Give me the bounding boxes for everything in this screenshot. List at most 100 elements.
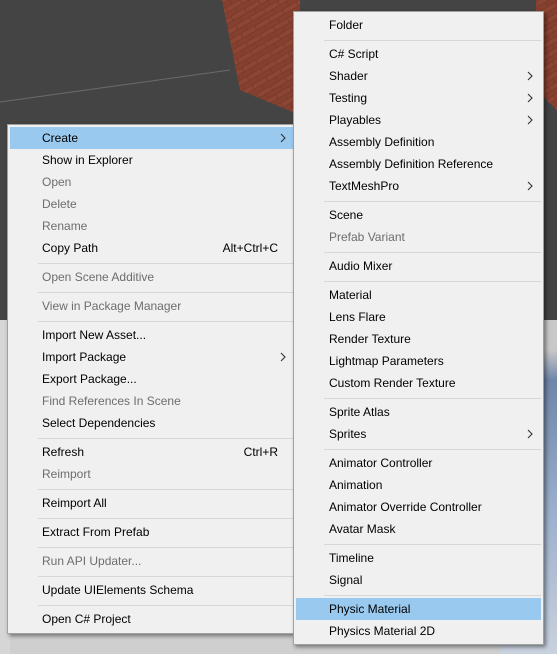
menu-item-copy-path[interactable]: Copy Path Alt+Ctrl+C bbox=[10, 237, 294, 259]
menu-item-rename[interactable]: Rename bbox=[10, 215, 294, 237]
menu-item-export-package[interactable]: Export Package... bbox=[10, 368, 294, 390]
submenu-item-sprite-atlas[interactable]: Sprite Atlas bbox=[296, 401, 541, 423]
submenu-item-testing[interactable]: Testing bbox=[296, 87, 541, 109]
menu-item-reimport[interactable]: Reimport bbox=[10, 463, 294, 485]
submenu-item-lightmap-parameters[interactable]: Lightmap Parameters bbox=[296, 350, 541, 372]
menu-item-open-csharp-project[interactable]: Open C# Project bbox=[10, 608, 294, 630]
menu-item-label: Export Package... bbox=[42, 372, 137, 386]
menu-item-label: Lightmap Parameters bbox=[329, 354, 444, 368]
menu-item-update-uielements-schema[interactable]: Update UIElements Schema bbox=[10, 579, 294, 601]
menu-item-reimport-all[interactable]: Reimport All bbox=[10, 492, 294, 514]
create-submenu: Folder C# Script Shader Testing Playable… bbox=[293, 11, 544, 645]
menu-item-label: Import Package bbox=[42, 350, 127, 364]
menu-separator bbox=[324, 398, 541, 399]
submenu-item-assembly-definition-reference[interactable]: Assembly Definition Reference bbox=[296, 153, 541, 175]
submenu-item-avatar-mask[interactable]: Avatar Mask bbox=[296, 518, 541, 540]
submenu-item-timeline[interactable]: Timeline bbox=[296, 547, 541, 569]
menu-separator bbox=[38, 489, 294, 490]
menu-item-run-api-updater[interactable]: Run API Updater... bbox=[10, 550, 294, 572]
menu-item-label: Refresh bbox=[42, 445, 85, 459]
menu-item-label: Custom Render Texture bbox=[329, 376, 456, 390]
menu-item-label: Timeline bbox=[329, 551, 374, 565]
menu-separator bbox=[38, 321, 294, 322]
submenu-item-render-texture[interactable]: Render Texture bbox=[296, 328, 541, 350]
menu-item-label: Prefab Variant bbox=[329, 230, 405, 244]
submenu-item-custom-render-texture[interactable]: Custom Render Texture bbox=[296, 372, 541, 394]
menu-item-label: Create bbox=[42, 131, 79, 145]
submenu-arrow-icon bbox=[280, 352, 286, 362]
menu-item-label: Assembly Definition Reference bbox=[329, 157, 494, 171]
menu-item-show-in-explorer[interactable]: Show in Explorer bbox=[10, 149, 294, 171]
menu-item-label: Reimport All bbox=[42, 496, 107, 510]
submenu-item-playables[interactable]: Playables bbox=[296, 109, 541, 131]
menu-item-label: TextMeshPro bbox=[329, 179, 400, 193]
menu-item-label: Assembly Definition bbox=[329, 135, 435, 149]
menu-separator bbox=[324, 449, 541, 450]
menu-item-label: Render Texture bbox=[329, 332, 411, 346]
menu-separator bbox=[324, 544, 541, 545]
menu-item-label: Reimport bbox=[42, 467, 91, 481]
menu-item-label: Scene bbox=[329, 208, 364, 222]
menu-item-label: Find References In Scene bbox=[42, 394, 181, 408]
submenu-item-signal[interactable]: Signal bbox=[296, 569, 541, 591]
menu-item-label: Open Scene Additive bbox=[42, 270, 155, 284]
menu-item-label: Material bbox=[329, 288, 372, 302]
menu-item-label: Select Dependencies bbox=[42, 416, 156, 430]
menu-item-label: Shader bbox=[329, 69, 368, 83]
submenu-item-animator-controller[interactable]: Animator Controller bbox=[296, 452, 541, 474]
submenu-item-audio-mixer[interactable]: Audio Mixer bbox=[296, 255, 541, 277]
submenu-item-assembly-definition[interactable]: Assembly Definition bbox=[296, 131, 541, 153]
submenu-item-physics-material-2d[interactable]: Physics Material 2D bbox=[296, 620, 541, 642]
submenu-item-prefab-variant[interactable]: Prefab Variant bbox=[296, 226, 541, 248]
menu-item-label: Animation bbox=[329, 478, 383, 492]
menu-separator bbox=[38, 438, 294, 439]
submenu-item-lens-flare[interactable]: Lens Flare bbox=[296, 306, 541, 328]
menu-item-import-new-asset[interactable]: Import New Asset... bbox=[10, 324, 294, 346]
menu-item-view-in-package-manager[interactable]: View in Package Manager bbox=[10, 295, 294, 317]
menu-item-label: Open C# Project bbox=[42, 612, 131, 626]
menu-item-extract-from-prefab[interactable]: Extract From Prefab bbox=[10, 521, 294, 543]
menu-item-label: View in Package Manager bbox=[42, 299, 182, 313]
menu-item-refresh[interactable]: Refresh Ctrl+R bbox=[10, 441, 294, 463]
menu-item-label: Run API Updater... bbox=[42, 554, 142, 568]
menu-item-open[interactable]: Open bbox=[10, 171, 294, 193]
menu-separator bbox=[38, 518, 294, 519]
submenu-item-animator-override-controller[interactable]: Animator Override Controller bbox=[296, 496, 541, 518]
submenu-item-physic-material[interactable]: Physic Material bbox=[296, 598, 541, 620]
submenu-arrow-icon bbox=[527, 429, 533, 439]
menu-item-open-scene-additive[interactable]: Open Scene Additive bbox=[10, 266, 294, 288]
menu-item-label: Playables bbox=[329, 113, 382, 127]
menu-separator bbox=[38, 292, 294, 293]
menu-item-label: Sprite Atlas bbox=[329, 405, 390, 419]
submenu-arrow-icon bbox=[527, 181, 533, 191]
menu-separator bbox=[38, 605, 294, 606]
menu-item-label: Animator Override Controller bbox=[329, 500, 482, 514]
submenu-item-shader[interactable]: Shader bbox=[296, 65, 541, 87]
menu-item-label: Signal bbox=[329, 573, 363, 587]
submenu-item-folder[interactable]: Folder bbox=[296, 14, 541, 36]
submenu-item-material[interactable]: Material bbox=[296, 284, 541, 306]
menu-separator bbox=[38, 547, 294, 548]
menu-item-label: Animator Controller bbox=[329, 456, 433, 470]
menu-item-label: Import New Asset... bbox=[42, 328, 147, 342]
menu-item-select-dependencies[interactable]: Select Dependencies bbox=[10, 412, 294, 434]
menu-item-create[interactable]: Create bbox=[10, 127, 294, 149]
menu-item-label: Extract From Prefab bbox=[42, 525, 150, 539]
menu-item-label: Lens Flare bbox=[329, 310, 386, 324]
submenu-item-animation[interactable]: Animation bbox=[296, 474, 541, 496]
menu-item-label: Open bbox=[42, 175, 72, 189]
menu-item-delete[interactable]: Delete bbox=[10, 193, 294, 215]
menu-separator bbox=[38, 263, 294, 264]
submenu-item-textmeshpro[interactable]: TextMeshPro bbox=[296, 175, 541, 197]
menu-item-label: Sprites bbox=[329, 427, 367, 441]
menu-separator bbox=[324, 281, 541, 282]
shortcut-label: Ctrl+R bbox=[243, 445, 278, 459]
submenu-item-sprites[interactable]: Sprites bbox=[296, 423, 541, 445]
menu-item-label: C# Script bbox=[329, 47, 379, 61]
menu-item-import-package[interactable]: Import Package bbox=[10, 346, 294, 368]
menu-separator bbox=[324, 40, 541, 41]
menu-item-find-references-in-scene[interactable]: Find References In Scene bbox=[10, 390, 294, 412]
submenu-item-csharp-script[interactable]: C# Script bbox=[296, 43, 541, 65]
shortcut-label: Alt+Ctrl+C bbox=[222, 241, 278, 255]
submenu-item-scene[interactable]: Scene bbox=[296, 204, 541, 226]
